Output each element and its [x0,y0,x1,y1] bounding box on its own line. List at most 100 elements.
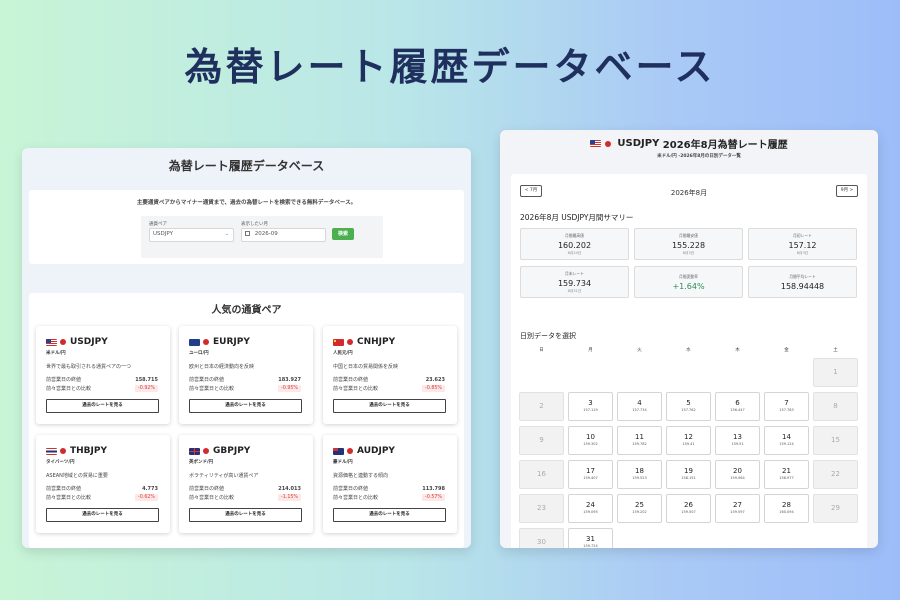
day-number: 4 [637,399,642,407]
search-description: 主要通貨ペアからマイナー通貨まで、過去の為替レートを検索できる無料データベース。 [136,200,357,206]
jp-flag-icon [60,339,66,345]
stat-value: 155.228 [671,241,706,250]
popular-pairs-section: 人気の通貨ペア USDJPY 米ドル/円 世界で最も取引される通貨ペアの一つ 前営業日… [29,293,464,548]
pair-card-header: GBPJPY [189,446,250,456]
calendar-day[interactable]: 18 159.523 [617,460,662,489]
day-number: 20 [733,467,742,475]
calendar-day[interactable]: 13 159.51 [715,426,760,455]
day-number: 28 [782,501,791,509]
calendar-day-disabled: 29 [813,494,858,523]
view-history-button[interactable]: 過去のレートを見る [333,508,446,522]
day-rate: 159.51 [731,442,744,446]
calendar-day[interactable]: 3 157.119 [568,392,613,421]
pair-description: ASEAN地域との貿易に重要 [46,473,108,479]
day-number: 16 [537,470,546,478]
pair-select[interactable]: USDJPY ⌄ [149,228,234,242]
weekday-label: 日 [539,348,544,353]
calendar-day[interactable]: 31 159.724 [568,528,613,548]
close-value: 113.798 [422,485,445,492]
calendar-day[interactable]: 12 159.41 [666,426,711,455]
monthly-history-window: USDJPY 2026年8月為替レート履歴 米ドル/円 -2026年8月の日別デ… [500,130,878,548]
stat-box: 月間変動率 +1.64% [634,266,743,298]
calendar-day[interactable]: 21 158.977 [764,460,809,489]
stat-value: +1.64% [672,282,705,291]
calendar-day[interactable]: 26 159.507 [666,494,711,523]
pair-card-header: THBJPY [46,446,107,456]
day-number: 7 [784,399,789,407]
calendar-day-disabled: 15 [813,426,858,455]
stat-label: 月間変動率 [679,274,698,279]
summary-title: 2026年8月 USDJPY月間サマリー [520,213,634,222]
stat-label: 月間平均レート [789,274,816,279]
view-history-button[interactable]: 過去のレートを見る [46,508,159,522]
calendar-day-disabled: 8 [813,392,858,421]
day-number: 19 [684,467,693,475]
calendar-day[interactable]: 25 159.202 [617,494,662,523]
stat-date: 8月3日 [682,251,695,255]
calendar-day[interactable]: 27 159.597 [715,494,760,523]
next-month-button[interactable]: 9月 > [836,185,858,197]
day-rate: 159.302 [583,442,598,446]
day-number: 8 [833,402,838,410]
month-input[interactable]: 2026-09 [241,228,326,242]
eu-flag-icon [189,338,200,346]
calendar-day[interactable]: 24 159.095 [568,494,613,523]
calendar-day[interactable]: 19 158.151 [666,460,711,489]
weekday-label: 金 [784,348,789,353]
close-row: 前営業日の終値 158.715 [46,376,158,384]
day-rate: 159.124 [779,442,794,446]
calendar-day[interactable]: 28 160.094 [764,494,809,523]
day-number: 2 [539,402,544,410]
day-rate: 159.782 [632,442,647,446]
pair-code: EURJPY [213,337,250,347]
weekday-label: 水 [686,348,691,353]
calendar-day[interactable]: 14 159.124 [764,426,809,455]
change-label: 前々営業日との比較 [189,495,234,501]
view-history-button[interactable]: 過去のレートを見る [189,399,302,413]
calendar-day[interactable]: 4 157.734 [617,392,662,421]
pair-description: 中国と日本の貿易関係を反映 [333,364,399,370]
change-row: 前々営業日との比較 -0.57% [333,494,445,501]
close-label: 前営業日の終値 [46,377,82,383]
close-value: 4.773 [142,485,158,492]
change-label: 前々営業日との比較 [46,495,91,501]
pair-description: ボラティリティが高い通貨ペア [189,473,259,479]
popular-title: 人気の通貨ペア [211,305,282,316]
pair-subtitle: 米ドル/円 [46,351,66,356]
calendar-day[interactable]: 6 156.447 [715,392,760,421]
day-rate: 157.119 [583,408,598,412]
day-number: 25 [635,501,644,509]
day-number: 14 [782,433,791,441]
day-number: 1 [833,368,838,376]
pair-card-header: USDJPY [46,337,108,347]
close-value: 158.715 [135,376,158,383]
day-number: 24 [586,501,595,509]
us-flag-icon [46,338,57,346]
stat-box: 月間最高値 160.202 8月24日 [520,228,629,260]
stat-box: 月間最安値 155.228 8月3日 [634,228,743,260]
view-history-button[interactable]: 過去のレートを見る [333,399,446,413]
pair-card: CNHJPY 人民元/円 中国と日本の貿易関係を反映 前営業日の終値 23.623 前々営… [323,326,457,424]
day-number: 12 [684,433,693,441]
calendar-day[interactable]: 7 157.783 [764,392,809,421]
change-label: 前々営業日との比較 [189,386,234,392]
day-rate: 159.523 [632,476,647,480]
day-rate: 159.41 [682,442,695,446]
day-number: 15 [831,436,840,444]
view-history-button[interactable]: 過去のレートを見る [46,399,159,413]
change-row: 前々営業日との比較 -0.95% [189,385,301,392]
close-row: 前営業日の終値 183.927 [189,376,301,384]
search-button[interactable]: 検索 [332,228,354,240]
view-history-button[interactable]: 過去のレートを見る [189,508,302,522]
day-rate: 157.762 [681,408,696,412]
change-row: 前々営業日との比較 -0.62% [46,494,158,501]
calendar-day[interactable]: 5 157.762 [666,392,711,421]
calendar-day[interactable]: 17 159.407 [568,460,613,489]
calendar-day[interactable]: 20 159.064 [715,460,760,489]
pair-card: USDJPY 米ドル/円 世界で最も取引される通貨ペアの一つ 前営業日の終値 158.7… [36,326,170,424]
day-rate: 158.977 [779,476,794,480]
pair-code: AUDJPY [357,446,395,456]
calendar-day[interactable]: 10 159.302 [568,426,613,455]
stat-box: 月末レート 159.734 8月31日 [520,266,629,298]
calendar-day[interactable]: 11 159.782 [617,426,662,455]
